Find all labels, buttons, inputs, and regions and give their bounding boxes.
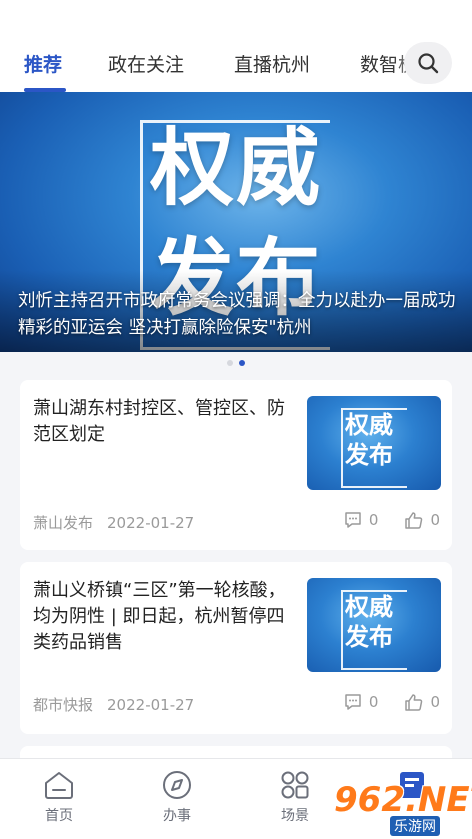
- comment-button[interactable]: 0: [343, 510, 379, 530]
- like-button[interactable]: 0: [404, 692, 440, 712]
- comment-count: 0: [368, 693, 379, 711]
- banner-caption: 刘忻主持召开市政府常务会议强调：全力以赴办一届成功精彩的亚运会 坚决打赢除险保安…: [18, 291, 456, 338]
- like-count: 0: [430, 511, 440, 529]
- article-title: 萧山湖东村封控区、管控区、防范区划定: [33, 398, 285, 445]
- nav-scenes-label: 场景: [281, 808, 309, 824]
- article-source: 都市快报: [33, 696, 94, 714]
- article-title: 萧山义桥镇“三区”第一轮核酸，均为阴性 | 即日起，杭州暂停四类药品销售: [33, 580, 286, 653]
- article-thumbnail: 权威 发布: [307, 396, 441, 490]
- nav-services-label: 办事: [163, 808, 191, 824]
- scenes-icon: [281, 771, 309, 799]
- home-icon: [45, 772, 73, 799]
- headline-banner[interactable]: 权威 发布 刘忻主持召开市政府常务会议强调：全力以赴办一届成功精彩的亚运会 坚决…: [0, 92, 472, 352]
- compass-icon: [163, 771, 191, 799]
- article-date: 2022-01-27: [107, 696, 195, 714]
- comment-button[interactable]: 0: [343, 692, 379, 712]
- nav-services[interactable]: 办事: [137, 769, 217, 825]
- tab-recommend[interactable]: 推荐: [24, 50, 62, 77]
- article-source: 萧山发布: [33, 514, 94, 532]
- comment-icon: [345, 694, 361, 710]
- tab-live-hangzhou[interactable]: 直播杭州: [234, 50, 310, 77]
- article-card[interactable]: 萧山湖东村封控区、管控区、防范区划定 权威 发布 萧山发布 2022-01-27 …: [20, 380, 452, 550]
- top-bar: 推荐 政在关注 直播杭州 数智杭州: [0, 0, 472, 92]
- site-watermark: 962.NET 乐游网: [334, 780, 472, 836]
- nav-home[interactable]: 首页: [19, 769, 99, 825]
- like-count: 0: [430, 693, 440, 711]
- like-button[interactable]: 0: [404, 510, 440, 530]
- comment-count: 0: [368, 511, 379, 529]
- article-thumbnail: 权威 发布: [307, 578, 441, 672]
- article-card[interactable]: 萧山义桥镇“三区”第一轮核酸，均为阴性 | 即日起，杭州暂停四类药品销售 权威 …: [20, 562, 452, 734]
- article-date: 2022-01-27: [107, 514, 195, 532]
- nav-home-label: 首页: [45, 808, 73, 824]
- comment-icon: [345, 512, 361, 528]
- article-stats: 0 0: [343, 692, 440, 712]
- search-icon: [418, 53, 439, 74]
- thumbs-up-icon: [405, 512, 423, 529]
- nav-scenes[interactable]: 场景: [255, 769, 335, 825]
- article-meta: 萧山发布 2022-01-27: [33, 512, 194, 533]
- article-stats: 0 0: [343, 510, 440, 530]
- article-meta: 都市快报 2022-01-27: [33, 694, 194, 715]
- thumbs-up-icon: [405, 694, 423, 711]
- carousel-dot-active[interactable]: [239, 360, 245, 366]
- carousel-indicator: [0, 360, 472, 370]
- tab-government-focus[interactable]: 政在关注: [108, 50, 184, 77]
- search-button[interactable]: [404, 42, 452, 84]
- carousel-dot[interactable]: [227, 360, 233, 366]
